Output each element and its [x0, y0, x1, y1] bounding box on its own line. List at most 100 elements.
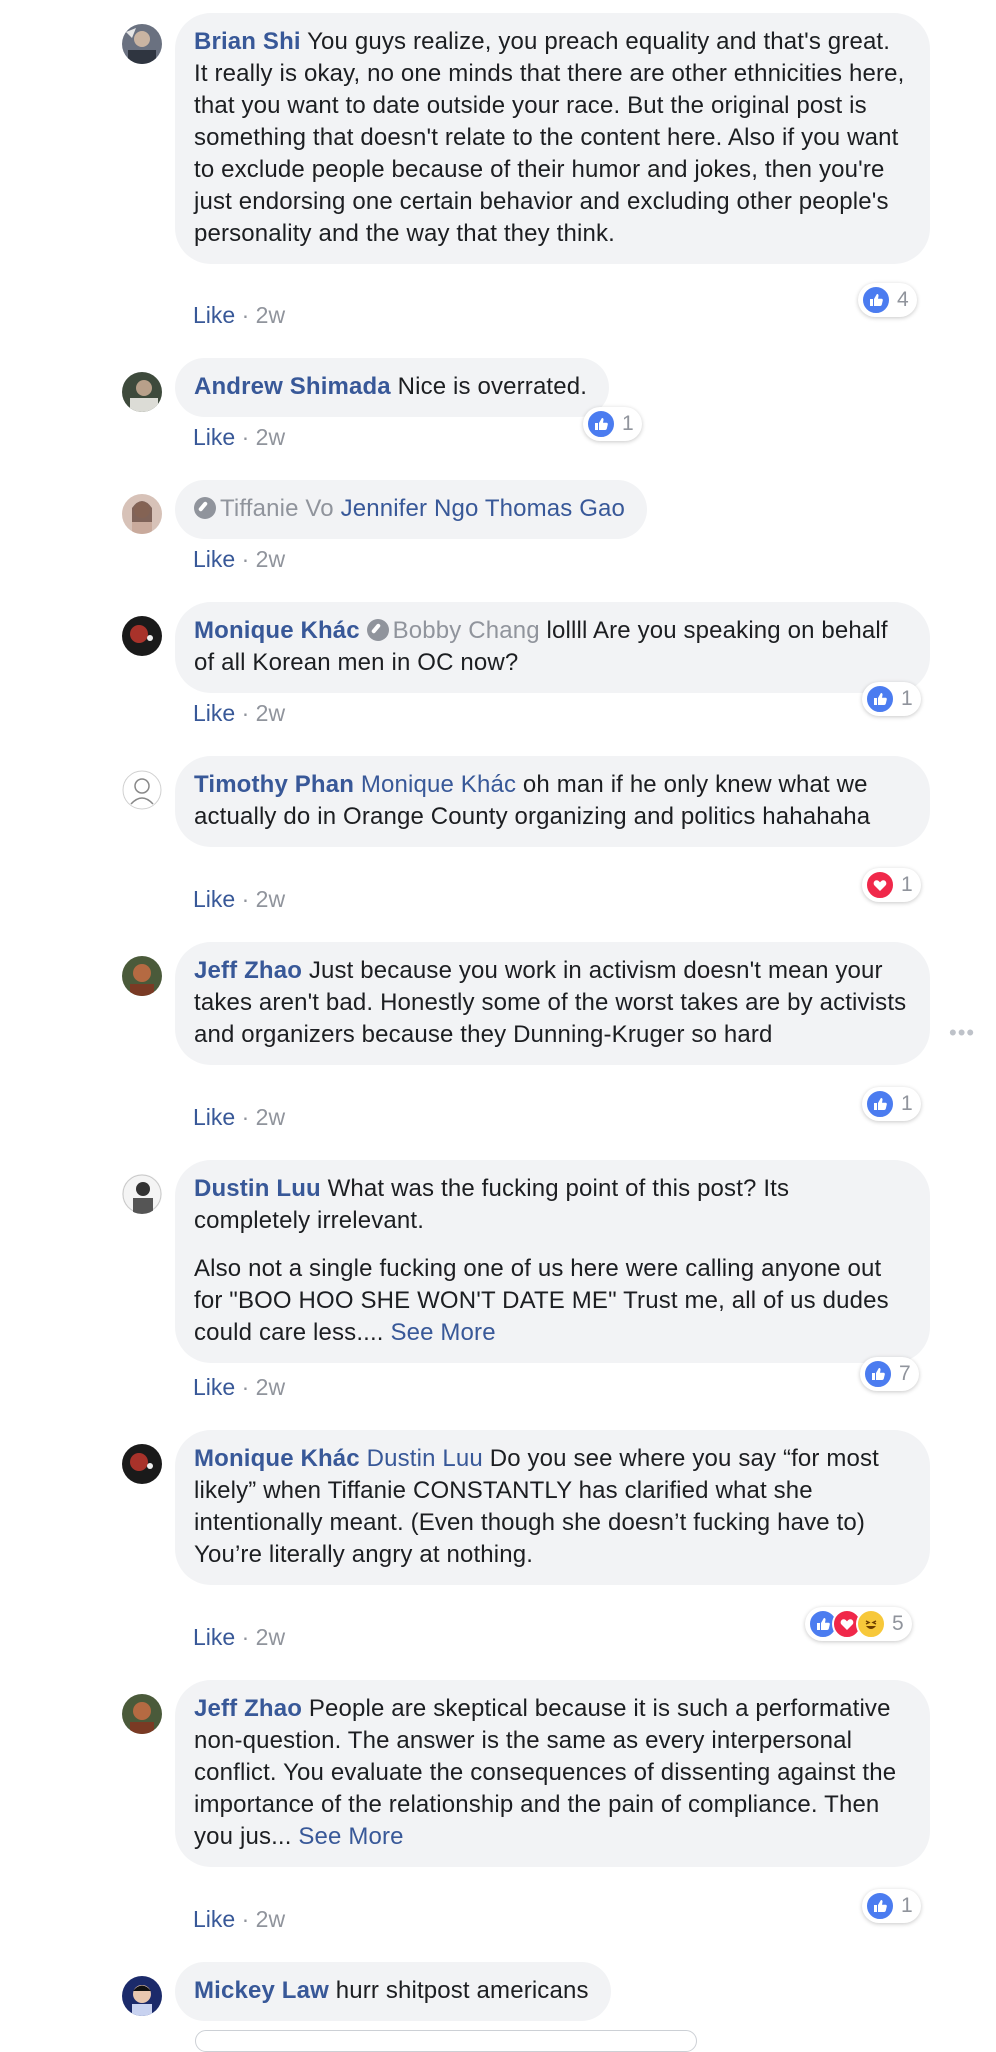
comment-bubble: Timothy Phan Monique Khác oh man if he o… [175, 756, 930, 847]
author-name[interactable]: Timothy Phan [194, 771, 354, 798]
comment-body: Monique Khác Bobby Chang lollll Are you … [194, 615, 908, 679]
timestamp[interactable]: 2w [256, 424, 285, 450]
comment-bubble: Monique Khác Dustin Luu Do you see where… [175, 1430, 930, 1585]
timestamp[interactable]: 2w [256, 1906, 285, 1932]
comment-body: Brian Shi You guys realize, you preach e… [194, 26, 908, 250]
author-name[interactable]: Jeff Zhao [194, 957, 302, 984]
reaction-count: 5 [892, 1612, 904, 1635]
like-reaction-icon [865, 684, 895, 714]
reaction-count: 1 [901, 687, 913, 710]
love-reaction-icon [865, 870, 895, 900]
comment-actions: Like · 2w [193, 1374, 286, 1400]
avatar[interactable] [122, 616, 162, 656]
mention-link[interactable]: Bobby Chang [393, 617, 540, 644]
reaction-count: 1 [622, 412, 634, 435]
comment-body: Dustin Luu What was the fucking point of… [194, 1173, 908, 1237]
timestamp[interactable]: 2w [256, 1624, 285, 1650]
comment-actions: Like · 2w [193, 424, 286, 450]
comment-body: Jeff Zhao People are skeptical because i… [194, 1693, 908, 1853]
author-name[interactable]: Mickey Law [194, 1977, 329, 2004]
like-button[interactable]: Like [193, 1624, 235, 1650]
avatar[interactable] [122, 1174, 162, 1214]
comment-body: Timothy Phan Monique Khác oh man if he o… [194, 769, 908, 833]
timestamp[interactable]: 2w [256, 302, 285, 328]
comment-body: Jeff Zhao Just because you work in activ… [194, 955, 908, 1051]
partial-element [195, 2030, 697, 2052]
comment-actions: Like · 2w [193, 700, 286, 726]
like-button[interactable]: Like [193, 424, 235, 450]
comment-bubble: Dustin Luu What was the fucking point of… [175, 1160, 930, 1363]
reaction-summary[interactable]: 4 [858, 283, 917, 317]
reaction-summary[interactable]: 1 [862, 1087, 921, 1121]
reaction-summary[interactable]: 1 [862, 868, 921, 902]
comment-actions: Like · 2w [193, 1104, 286, 1130]
like-button[interactable]: Like [193, 302, 235, 328]
verified-icon [194, 497, 216, 519]
avatar[interactable] [122, 1694, 162, 1734]
like-button[interactable]: Like [193, 1906, 235, 1932]
comment-actions: Like · 2w [193, 546, 286, 572]
mention-link[interactable]: Jennifer Ngo Thomas Gao [341, 495, 626, 522]
avatar[interactable] [122, 1976, 162, 2016]
avatar[interactable] [122, 24, 162, 64]
comment-body: Mickey Law hurr shitpost americans [194, 1975, 589, 2007]
like-button[interactable]: Like [193, 886, 235, 912]
like-reaction-icon [865, 1891, 895, 1921]
comment-body: Andrew Shimada Nice is overrated. [194, 371, 587, 403]
see-more-link[interactable]: See More [390, 1319, 495, 1346]
avatar[interactable] [122, 956, 162, 996]
avatar[interactable] [122, 494, 162, 534]
comment-text: Nice is overrated. [390, 373, 588, 400]
comment-text: hurr shitpost americans [328, 1977, 589, 2004]
comment-text: You guys realize, you preach equality an… [194, 28, 905, 247]
see-more-link[interactable]: See More [298, 1823, 403, 1850]
comment-actions: Like · 2w [193, 302, 286, 328]
author-name[interactable]: Brian Shi [194, 28, 301, 55]
like-reaction-icon [586, 409, 616, 439]
reaction-summary[interactable]: 7 [860, 1357, 919, 1391]
like-reaction-icon [865, 1089, 895, 1119]
author-name[interactable]: Jeff Zhao [194, 1695, 302, 1722]
author-name[interactable]: Tiffanie Vo [220, 495, 334, 522]
comment-text: Also not a single fucking one of us here… [194, 1255, 889, 1346]
comment-body: Monique Khác Dustin Luu Do you see where… [194, 1443, 908, 1571]
like-button[interactable]: Like [193, 1104, 235, 1130]
comment-bubble: Monique Khác Bobby Chang lollll Are you … [175, 602, 930, 693]
reaction-count: 4 [897, 288, 909, 311]
more-options-icon[interactable]: ••• [949, 1020, 975, 1046]
comment-actions: Like · 2w [193, 1906, 286, 1932]
comment-actions: Like · 2w [193, 1624, 286, 1650]
avatar[interactable] [122, 372, 162, 412]
timestamp[interactable]: 2w [256, 1104, 285, 1130]
reaction-summary[interactable]: 5 [805, 1607, 912, 1641]
author-name[interactable]: Monique Khác [194, 617, 360, 644]
author-name[interactable]: Andrew Shimada [194, 373, 391, 400]
mention-link[interactable]: Dustin Luu [367, 1445, 483, 1472]
avatar[interactable] [122, 1444, 162, 1484]
mention-link[interactable]: Monique Khác [361, 771, 516, 798]
comment-paragraph: Also not a single fucking one of us here… [194, 1253, 908, 1349]
haha-reaction-icon [856, 1609, 886, 1639]
like-reaction-icon [863, 1359, 893, 1389]
comment-bubble: Jeff Zhao Just because you work in activ… [175, 942, 930, 1065]
reaction-summary[interactable]: 1 [862, 1889, 921, 1923]
like-button[interactable]: Like [193, 1374, 235, 1400]
author-name[interactable]: Monique Khác [194, 1445, 360, 1472]
timestamp[interactable]: 2w [256, 886, 285, 912]
comment-text: You’re literally angry at nothing. [194, 1541, 534, 1568]
like-reaction-icon [861, 285, 891, 315]
like-button[interactable]: Like [193, 700, 235, 726]
comment-bubble: Brian Shi You guys realize, you preach e… [175, 13, 930, 264]
comment-bubble: Mickey Law hurr shitpost americans [175, 1962, 611, 2021]
reaction-summary[interactable]: 1 [862, 682, 921, 716]
timestamp[interactable]: 2w [256, 700, 285, 726]
timestamp[interactable]: 2w [256, 546, 285, 572]
author-name[interactable]: Dustin Luu [194, 1175, 321, 1202]
reaction-summary[interactable]: 1 [583, 407, 642, 441]
timestamp[interactable]: 2w [256, 1374, 285, 1400]
reaction-count: 7 [899, 1362, 911, 1385]
like-button[interactable]: Like [193, 546, 235, 572]
avatar[interactable] [122, 770, 162, 810]
comment-bubble: Tiffanie Vo Jennifer Ngo Thomas Gao [175, 480, 648, 539]
reaction-count: 1 [901, 1092, 913, 1115]
